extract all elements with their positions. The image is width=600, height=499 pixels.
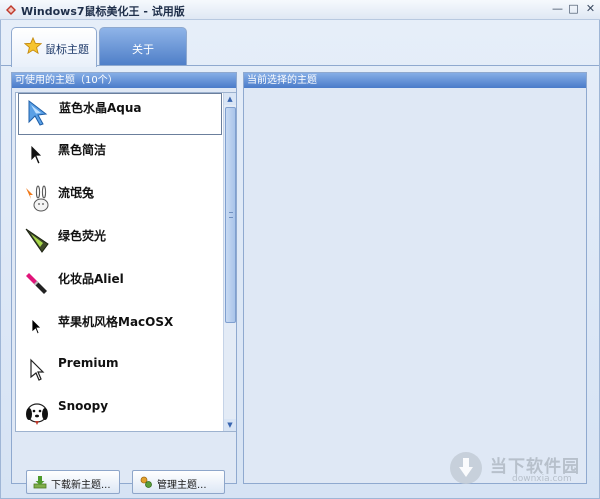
theme-name: 苹果机风格MacOSX [58,315,174,329]
scroll-up-button[interactable]: ▲ [224,93,236,105]
list-item[interactable]: 流氓兔 [18,179,222,221]
lipstick-cursor-icon [26,273,47,294]
list-item[interactable]: Snoopy [18,394,222,436]
scroll-thumb[interactable] [225,107,236,323]
current-theme-header: 当前选择的主题 [244,73,586,88]
list-item[interactable]: 绿色荧光 [18,222,222,264]
manage-icon [140,476,152,488]
star-icon [24,37,42,55]
available-themes-panel: 可使用的主题（10个） 蓝色水晶Aqua 黑色简洁 流氓兔 绿色荧光 化妆品Al… [11,72,237,494]
list-item[interactable]: 化妆品Aliel [18,265,222,307]
snoopy-cursor-icon [26,403,48,425]
scroll-down-button[interactable]: ▼ [224,419,236,431]
macosx-cursor-icon [31,318,42,335]
current-theme-panel: 当前选择的主题 [243,72,587,484]
black-arrow-cursor-icon [30,144,43,165]
watermark-logo [450,452,482,484]
theme-name: 黑色简洁 [58,143,107,157]
list-item[interactable]: Premium [18,351,222,393]
title-bar: Windows7鼠标美化王 - 试用版 — □ ✕ [0,0,600,20]
theme-list[interactable]: 蓝色水晶Aqua 黑色简洁 流氓兔 绿色荧光 化妆品Aliel 苹果机风格Mac… [15,92,236,432]
tab-mouse-themes-label: 鼠标主题 [45,43,89,56]
premium-cursor-icon [30,358,45,381]
list-item[interactable]: 苹果机风格MacOSX [18,308,222,350]
watermark-url: downxia.com [512,474,572,484]
app-icon [6,5,16,15]
download-button-label: 下载新主题... [51,480,111,491]
manage-button-label: 管理主题... [157,480,207,491]
download-arrow-icon [459,458,473,477]
theme-name: 化妆品Aliel [58,272,124,286]
theme-name: 绿色荧光 [58,229,107,243]
theme-name: Snoopy [58,399,109,413]
list-item[interactable]: 黑色简洁 [18,136,222,178]
watermark: 当下软件园 downxia.com [450,450,590,492]
theme-list-scrollbar[interactable]: ▲ ▼ [223,93,236,431]
tab-mouse-themes[interactable]: 鼠标主题 [11,27,97,67]
list-item[interactable]: 蓝色水晶Aqua [18,93,222,135]
scroll-grip-icon [229,212,233,218]
window-title: Windows7鼠标美化王 - 试用版 [21,5,185,18]
available-themes-header: 可使用的主题（10个） [12,73,236,88]
theme-name: 流氓兔 [58,186,95,200]
theme-name: 蓝色水晶Aqua [59,101,142,115]
close-button[interactable]: ✕ [583,2,598,17]
manage-themes-button[interactable]: 管理主题... [132,470,225,494]
main-area: 鼠标主题 关于 可使用的主题（10个） 蓝色水晶Aqua 黑色简洁 流氓兔 绿色… [0,20,600,499]
rabbit-cursor-icon [26,185,49,212]
download-themes-button[interactable]: 下载新主题... [26,470,120,494]
download-icon [33,476,47,489]
theme-name: Premium [58,356,119,370]
aqua-cursor-icon [28,99,48,126]
tab-about-label: 关于 [132,43,154,56]
maximize-button[interactable]: □ [566,2,581,17]
green-glow-cursor-icon [25,228,49,253]
minimize-button[interactable]: — [550,2,565,17]
tab-about[interactable]: 关于 [99,27,187,65]
